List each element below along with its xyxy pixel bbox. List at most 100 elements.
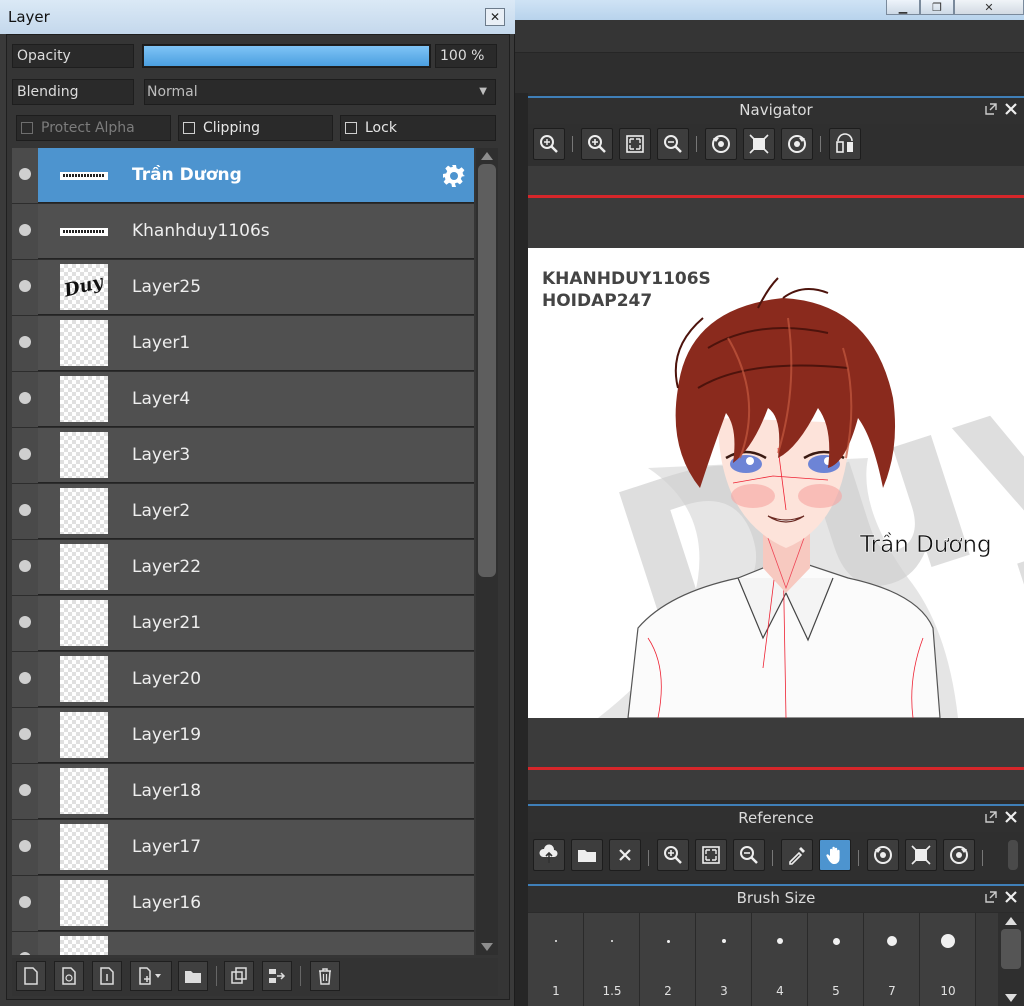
brush-size-option[interactable]: 3 <box>696 913 752 1006</box>
layer-row[interactable]: Layer16 <box>12 876 474 931</box>
layer-visibility-toggle[interactable] <box>12 820 38 875</box>
brush-size-option[interactable]: 1 <box>528 913 584 1006</box>
navigator-rotate-right-button[interactable] <box>781 128 813 160</box>
navigator-flip-button[interactable] <box>829 128 861 160</box>
brush-size-panel-header[interactable]: Brush Size <box>528 884 1024 912</box>
layer-window-close-button[interactable]: ✕ <box>485 8 505 26</box>
maximize-button[interactable]: ❐ <box>920 0 954 15</box>
protect-alpha-checkbox[interactable]: Protect Alpha <box>16 115 171 141</box>
reference-zoom-in-button[interactable] <box>657 839 689 871</box>
reference-toolbar-scroll[interactable] <box>1008 840 1018 870</box>
reference-reset-button[interactable] <box>905 839 937 871</box>
reference-rotate-right-button[interactable] <box>943 839 975 871</box>
layer-visibility-toggle[interactable] <box>12 708 38 763</box>
reference-clear-button[interactable] <box>609 839 641 871</box>
layer-visibility-toggle[interactable] <box>12 596 38 651</box>
scroll-down-arrow-icon[interactable] <box>481 943 493 951</box>
layer-row[interactable]: Layer4 <box>12 372 474 427</box>
navigator-reset-button[interactable] <box>743 128 775 160</box>
layer-visibility-toggle[interactable] <box>12 316 38 371</box>
navigator-zoom-out-button[interactable] <box>657 128 689 160</box>
clipping-checkbox[interactable]: Clipping <box>178 115 333 141</box>
layer-visibility-toggle[interactable] <box>12 764 38 819</box>
merge-layer-button[interactable] <box>262 961 292 991</box>
scrollbar-thumb[interactable] <box>478 164 496 577</box>
brush-size-scrollbar[interactable] <box>998 913 1024 1006</box>
layer-row[interactable]: Layer1 <box>12 316 474 371</box>
layer-list-scrollbar[interactable] <box>476 148 498 955</box>
brush-size-option[interactable]: 4 <box>752 913 808 1006</box>
navigator-panel-header[interactable]: Navigator <box>528 96 1024 124</box>
layer-visibility-toggle[interactable] <box>12 540 38 595</box>
reference-open-file-button[interactable] <box>571 839 603 871</box>
lock-checkbox[interactable]: Lock <box>340 115 496 141</box>
close-icon[interactable] <box>1004 890 1018 904</box>
visibility-dot-icon <box>19 168 31 180</box>
add-layer-dropdown-button[interactable] <box>130 961 172 991</box>
layer-visibility-toggle[interactable] <box>12 372 38 427</box>
new-folder-button[interactable] <box>178 961 208 991</box>
layer-row[interactable]: Layer19 <box>12 708 474 763</box>
navigator-zoom-in-button[interactable] <box>581 128 613 160</box>
reference-zoom-out-button[interactable] <box>733 839 765 871</box>
brush-size-option[interactable]: 10 <box>920 913 976 1006</box>
brush-size-option[interactable]: 2 <box>640 913 696 1006</box>
reference-hand-tool-button[interactable] <box>819 839 851 871</box>
popout-icon[interactable] <box>984 102 998 116</box>
close-icon[interactable] <box>1004 102 1018 116</box>
gear-icon[interactable] <box>442 164 466 188</box>
scroll-up-arrow-icon[interactable] <box>481 152 493 160</box>
brush-size-option[interactable]: 5 <box>808 913 864 1006</box>
scroll-up-arrow-icon[interactable] <box>1005 917 1017 925</box>
close-icon[interactable] <box>1004 810 1018 824</box>
reference-fit-button[interactable] <box>695 839 727 871</box>
layer-window-titlebar[interactable]: Layer ✕ <box>0 0 515 34</box>
duplicate-layer-button[interactable] <box>224 961 254 991</box>
layer-row[interactable]: Layer2 <box>12 484 474 539</box>
navigator-fit-button[interactable] <box>619 128 651 160</box>
scroll-down-arrow-icon[interactable] <box>1005 994 1017 1002</box>
add-layer-icon <box>139 967 161 985</box>
layer-row[interactable]: Layer21 <box>12 596 474 651</box>
layer-visibility-toggle[interactable] <box>12 148 38 203</box>
layer-row[interactable]: Trần Dương <box>12 148 474 203</box>
popout-icon[interactable] <box>984 890 998 904</box>
brush-size-option[interactable]: 7 <box>864 913 920 1006</box>
layer-visibility-toggle[interactable] <box>12 204 38 259</box>
scrollbar-thumb[interactable] <box>1001 929 1021 969</box>
reference-panel-header[interactable]: Reference <box>528 804 1024 832</box>
navigator-zoom-actual-button[interactable] <box>533 128 565 160</box>
reference-eyedropper-button[interactable] <box>781 839 813 871</box>
layer-row[interactable]: Layer20 <box>12 652 474 707</box>
brush-size-option[interactable]: 1.5 <box>584 913 640 1006</box>
layer-row[interactable]: Layer22 <box>12 540 474 595</box>
layer-row[interactable]: Layer17 <box>12 820 474 875</box>
layer-row[interactable]: Khanhduy1106s <box>12 204 474 259</box>
opacity-value[interactable]: 100 % <box>435 44 497 68</box>
opacity-slider[interactable] <box>142 44 431 68</box>
close-window-button[interactable]: ✕ <box>954 0 1024 15</box>
reference-rotate-left-button[interactable] <box>867 839 899 871</box>
layer-row[interactable]: Layer18 <box>12 764 474 819</box>
popout-icon[interactable] <box>984 810 998 824</box>
blending-select[interactable]: Normal ▼ <box>144 79 496 105</box>
delete-layer-button[interactable] <box>310 961 340 991</box>
navigator-rotate-left-button[interactable] <box>705 128 737 160</box>
navigator-preview[interactable]: Duy <box>528 166 1024 800</box>
layer-visibility-toggle[interactable] <box>12 876 38 931</box>
new-layer-button[interactable] <box>16 961 46 991</box>
new-1bit-layer-button[interactable] <box>92 961 122 991</box>
layer-visibility-toggle[interactable] <box>12 428 38 483</box>
new-8bit-layer-button[interactable] <box>54 961 84 991</box>
layer-row[interactable]: Duy Layer25 <box>12 260 474 315</box>
layer-thumbnail <box>60 824 108 870</box>
brush-dot-icon <box>832 937 840 945</box>
layer-row[interactable] <box>12 932 474 955</box>
minimize-button[interactable]: ▁ <box>886 0 920 15</box>
layer-visibility-toggle[interactable] <box>12 932 38 955</box>
layer-visibility-toggle[interactable] <box>12 652 38 707</box>
layer-row[interactable]: Layer3 <box>12 428 474 483</box>
layer-visibility-toggle[interactable] <box>12 484 38 539</box>
layer-visibility-toggle[interactable] <box>12 260 38 315</box>
reference-load-canvas-button[interactable] <box>533 839 565 871</box>
